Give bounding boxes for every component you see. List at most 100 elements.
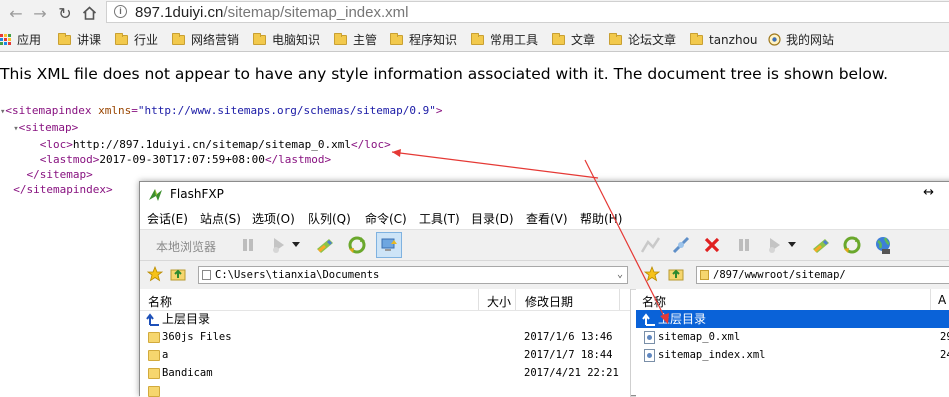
column-name[interactable]: 名称: [148, 293, 172, 310]
forward-icon[interactable]: →: [30, 3, 50, 23]
sync-icon[interactable]: [346, 234, 368, 256]
abort-x-icon[interactable]: [701, 234, 723, 256]
remote-file-list[interactable]: ⌃ 名称 A 上层目录 sitemap_0.xml 29 sitemap_ind…: [636, 289, 949, 397]
bookmark-folder[interactable]: 文章: [552, 31, 595, 48]
xml-root-open: <sitemapindex: [5, 104, 92, 117]
column-divider[interactable]: [930, 289, 931, 310]
table-row[interactable]: 360js Files 2017/1/6 13:46: [140, 328, 630, 346]
reload-icon[interactable]: ↻: [55, 3, 75, 23]
xml-file-icon: [644, 349, 655, 362]
table-row[interactable]: a 2017/1/7 18:44: [140, 346, 630, 364]
menu-queue[interactable]: 队列(Q): [308, 210, 351, 227]
bookmark-site[interactable]: 我的网站: [768, 31, 834, 48]
resize-arrows-icon[interactable]: ↔: [923, 185, 934, 200]
path-bar: C:\Users\tianxia\Documents ⌄ /897/wwwroo…: [140, 260, 949, 290]
local-file-list[interactable]: ⌃ 名称 大小 修改日期 上层目录 360js Files 2017/1/6 1…: [140, 289, 631, 397]
parent-dir-label: 上层目录: [162, 312, 211, 326]
bookmark-folder[interactable]: 常用工具: [471, 31, 538, 48]
bookmark-folder[interactable]: 程序知识: [390, 31, 457, 48]
xml-file-icon: [644, 331, 655, 344]
menu-options[interactable]: 选项(O): [252, 210, 295, 227]
transfer-play-icon[interactable]: [764, 234, 786, 256]
back-icon[interactable]: ←: [6, 3, 26, 23]
column-divider[interactable]: [619, 289, 620, 310]
folder-icon: [471, 32, 484, 45]
file-name: 360js Files: [162, 331, 232, 343]
connect-plug-icon[interactable]: [670, 234, 692, 256]
transfer-play-icon[interactable]: [268, 234, 290, 256]
bookmark-folder[interactable]: 行业: [115, 31, 158, 48]
menu-tools[interactable]: 工具(T): [419, 210, 460, 227]
chevron-down-icon[interactable]: ⌄: [617, 267, 623, 283]
file-name: sitemap_0.xml: [658, 331, 741, 343]
bookmark-folder[interactable]: 网络营销: [172, 31, 239, 48]
site-info-icon[interactable]: i: [114, 5, 127, 18]
column-partial[interactable]: A: [938, 293, 946, 307]
remote-column-header: ⌃ 名称 A: [636, 289, 949, 311]
column-divider[interactable]: [515, 289, 516, 310]
menu-commands[interactable]: 命令(C): [365, 210, 407, 227]
menu-directory[interactable]: 目录(D): [471, 210, 514, 227]
bookmark-folder[interactable]: tanzhou: [690, 31, 758, 48]
flashfxp-titlebar[interactable]: FlashFXP ↔: [140, 182, 949, 207]
menu-session[interactable]: 会话(E): [147, 210, 188, 227]
bookmark-label: 常用工具: [490, 33, 539, 47]
local-browser-label[interactable]: 本地浏览器: [156, 238, 216, 255]
column-modified[interactable]: 修改日期: [525, 293, 573, 310]
bookmark-label: tanzhou: [709, 32, 758, 47]
flashfxp-window: FlashFXP ↔ 会话(E) 站点(S) 选项(O) 队列(Q) 命令(C)…: [139, 181, 949, 397]
table-row[interactable]: sitemap_0.xml 29: [636, 328, 949, 346]
list-item[interactable]: 上层目录: [140, 310, 630, 328]
file-size: 24: [940, 349, 949, 361]
bookmark-folder[interactable]: 主管: [334, 31, 377, 48]
favorite-star-icon[interactable]: [643, 265, 661, 285]
local-path-input[interactable]: C:\Users\tianxia\Documents ⌄: [198, 266, 628, 284]
up-folder-icon[interactable]: [668, 266, 684, 285]
favorite-star-icon[interactable]: [146, 265, 164, 285]
disconnect-wave-icon[interactable]: [640, 234, 662, 256]
apps-icon: [0, 34, 11, 45]
bookmark-apps[interactable]: 应用: [0, 31, 41, 48]
folder-icon: [115, 32, 128, 45]
file-name: a: [162, 349, 169, 361]
refresh-transfer-icon[interactable]: [810, 234, 832, 256]
column-divider[interactable]: [478, 289, 479, 310]
pause-icon[interactable]: [237, 234, 259, 256]
column-size[interactable]: 大小: [487, 293, 511, 310]
bookmark-label: 电脑知识: [272, 33, 321, 47]
xml-lastmod-close: </lastmod>: [264, 153, 332, 166]
xml-sitemap-open: <sitemap>: [18, 121, 79, 134]
home-icon[interactable]: [79, 3, 99, 23]
sync-icon[interactable]: [841, 234, 863, 256]
refresh-transfer-icon[interactable]: [314, 234, 336, 256]
list-item-selected[interactable]: 上层目录: [636, 310, 949, 328]
xml-style-notice: This XML file does not appear to have an…: [0, 65, 889, 83]
column-name[interactable]: 名称: [642, 293, 666, 310]
bookmark-folder[interactable]: 讲课: [58, 31, 101, 48]
address-bar[interactable]: i 897.1duiyi.cn/sitemap/sitemap_index.xm…: [106, 1, 949, 23]
bookmark-label: 行业: [134, 33, 159, 47]
bookmark-folder[interactable]: 论坛文章: [609, 31, 676, 48]
bookmark-label: 讲课: [77, 33, 102, 47]
bookmark-label: 主管: [353, 33, 378, 47]
file-name: sitemap_index.xml: [658, 349, 766, 361]
sort-ascending-icon: ⌃: [784, 289, 792, 296]
bookmark-folder[interactable]: 电脑知识: [253, 31, 320, 48]
table-row[interactable]: sitemap_index.xml 24: [636, 346, 949, 364]
xml-attr-value: "http://www.sitemaps.org/schemas/sitemap…: [137, 104, 436, 117]
table-row[interactable]: Bandicam 2017/4/21 22:21: [140, 364, 630, 382]
up-folder-icon[interactable]: [170, 266, 186, 285]
site-globe-icon[interactable]: [872, 234, 894, 256]
dropdown-arrow-icon[interactable]: [786, 234, 798, 256]
connect-computer-icon[interactable]: [376, 232, 402, 258]
local-column-header: ⌃ 名称 大小 修改日期: [140, 289, 630, 311]
folder-icon: [202, 270, 211, 280]
menu-sites[interactable]: 站点(S): [200, 210, 241, 227]
menu-help[interactable]: 帮助(H): [580, 210, 622, 227]
bookmarks-bar: 应用 讲课 行业 网络营销 电脑知识 主管 程序知识 常用工具 文章 论坛文章 …: [0, 27, 949, 52]
menu-view[interactable]: 查看(V): [526, 210, 568, 227]
dropdown-arrow-icon[interactable]: [290, 234, 302, 256]
pause-icon[interactable]: [733, 234, 755, 256]
table-row[interactable]: [140, 382, 630, 397]
remote-path-input[interactable]: /897/wwwroot/sitemap/: [696, 266, 949, 284]
